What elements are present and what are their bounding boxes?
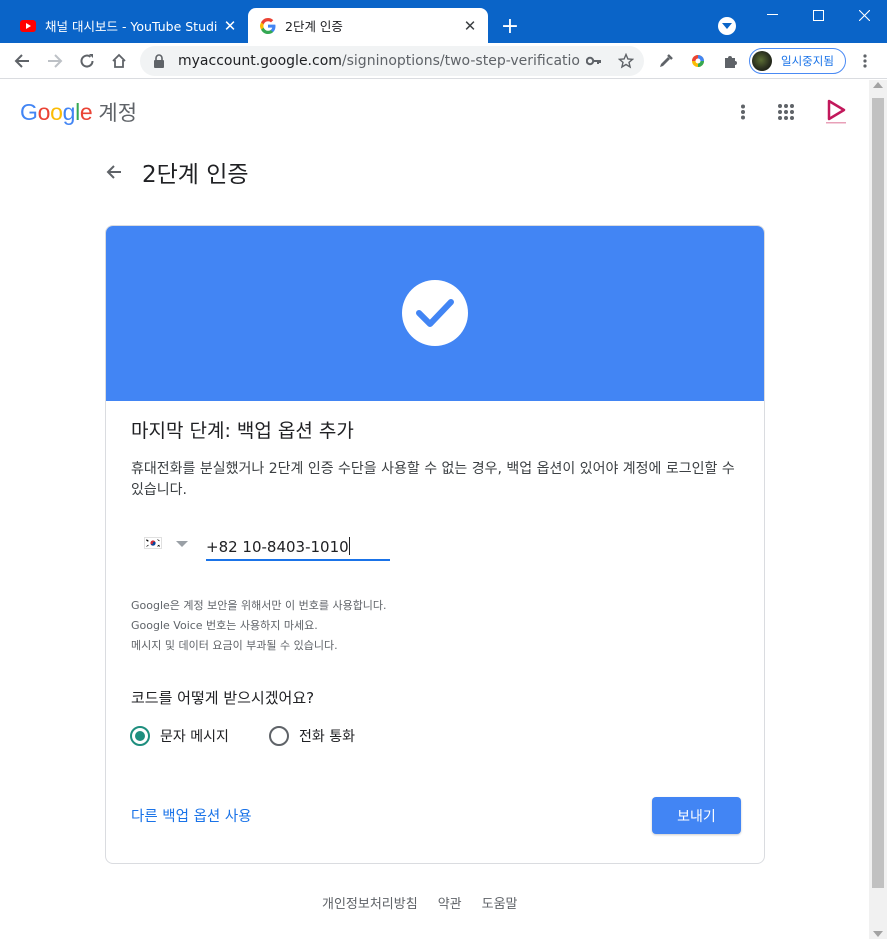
address-bar[interactable]: myaccount.google.com/signinoptions/two-s… <box>140 46 644 76</box>
browser-toolbar: myaccount.google.com/signinoptions/two-s… <box>0 43 887 79</box>
extensions-puzzle-icon[interactable] <box>716 47 744 75</box>
tab-strip: 채널 대시보드 - YouTube Studio ✕ 2단계 인증 ✕ + <box>0 0 887 43</box>
more-options-icon[interactable] <box>731 100 755 124</box>
radio-unchecked-icon[interactable] <box>269 726 289 746</box>
help-link[interactable]: 도움말 <box>482 893 518 912</box>
browser-menu-icon[interactable] <box>851 47 879 75</box>
text-cursor <box>349 537 350 555</box>
profile-button[interactable]: 일시중지됨 <box>749 48 846 74</box>
logo-letter: o <box>50 98 63 125</box>
profile-status-label: 일시중지됨 <box>781 54 834 68</box>
page-scrollbar[interactable] <box>869 80 887 939</box>
country-dropdown-icon[interactable] <box>176 541 188 547</box>
new-tab-button[interactable]: + <box>496 12 524 40</box>
scroll-down-icon[interactable] <box>873 931 883 937</box>
key-icon[interactable] <box>580 47 608 75</box>
terms-link[interactable]: 약관 <box>438 893 462 912</box>
bookmark-star-icon[interactable] <box>612 47 640 75</box>
color-extension-icon[interactable] <box>684 47 712 75</box>
tab-title: 채널 대시보드 - YouTube Studio <box>45 19 218 34</box>
card-heading: 마지막 단계: 백업 옵션 추가 <box>131 420 354 442</box>
note-line: Google은 계정 보안을 위해서만 이 번호를 사용합니다. <box>131 599 387 612</box>
scroll-up-icon[interactable] <box>873 82 883 88</box>
apps-grid-icon[interactable] <box>774 100 798 124</box>
product-name: 계정 <box>98 101 138 125</box>
card-description: 휴대전화를 분실했거나 2단계 인증 수단을 사용할 수 없는 경우, 백업 옵… <box>131 461 735 498</box>
close-tab-icon[interactable]: ✕ <box>458 14 482 38</box>
reload-icon[interactable] <box>73 47 101 75</box>
scrollbar-thumb[interactable] <box>872 98 884 888</box>
google-logo: Google <box>20 98 93 126</box>
privacy-policy-link[interactable]: 개인정보처리방침 <box>322 893 418 912</box>
radio-checked-icon[interactable] <box>130 726 150 746</box>
tab-two-step-verification[interactable]: 2단계 인증 ✕ <box>248 8 488 43</box>
eyedropper-extension-icon[interactable] <box>652 47 680 75</box>
tab-youtube-studio[interactable]: 채널 대시보드 - YouTube Studio ✕ <box>8 8 248 43</box>
url-host: myaccount.google.com <box>178 53 342 69</box>
maximize-icon[interactable] <box>795 0 841 30</box>
logo-letter: G <box>20 98 38 125</box>
note-line: Google Voice 번호는 사용하지 마세요. <box>131 619 318 632</box>
radio-text-message[interactable]: 문자 메시지 <box>130 726 229 746</box>
logo-letter: g <box>62 98 76 125</box>
lock-icon[interactable] <box>152 53 166 69</box>
channel-logo-icon[interactable] <box>820 98 852 126</box>
page-title: 2단계 인증 <box>142 162 249 188</box>
logo-letter: o <box>37 98 51 125</box>
tab-search-icon[interactable] <box>718 17 736 35</box>
logo-letter: e <box>79 98 93 125</box>
backup-option-card: 마지막 단계: 백업 옵션 추가 휴대전화를 분실했거나 2단계 인증 수단을 … <box>105 225 765 864</box>
google-account-header[interactable]: Google 계정 <box>20 98 137 126</box>
minimize-icon[interactable] <box>749 0 795 30</box>
avatar <box>752 51 772 71</box>
phone-number-input[interactable] <box>206 535 390 561</box>
google-g-icon <box>260 17 276 34</box>
close-window-icon[interactable] <box>841 0 887 30</box>
korea-flag-icon[interactable] <box>144 537 162 549</box>
note-line: 메시지 및 데이터 요금이 부과될 수 있습니다. <box>131 639 338 652</box>
radio-label: 문자 메시지 <box>160 729 229 745</box>
radio-label: 전화 통화 <box>299 729 355 745</box>
send-button[interactable]: 보내기 <box>652 797 741 834</box>
close-tab-icon[interactable]: ✕ <box>218 14 242 38</box>
home-icon[interactable] <box>105 47 133 75</box>
radio-phone-call[interactable]: 전화 통화 <box>269 726 355 746</box>
checkmark-icon <box>402 280 468 346</box>
tab-title: 2단계 인증 <box>285 19 343 34</box>
footer-links: 개인정보처리방침 약관 도움말 <box>322 893 538 912</box>
delivery-question: 코드를 어떻게 받으시겠어요? <box>131 689 315 707</box>
back-nav-icon[interactable] <box>8 47 36 75</box>
url-text: myaccount.google.com/signinoptions/two-s… <box>178 53 580 69</box>
page-content: Google 계정 2단계 인증 마지막 단계: 백업 옵션 추가 휴대전화를 … <box>0 80 869 939</box>
youtube-icon <box>20 18 36 34</box>
back-arrow-icon[interactable] <box>102 160 126 184</box>
forward-nav-icon[interactable] <box>41 47 69 75</box>
other-backup-option-link[interactable]: 다른 백업 옵션 사용 <box>131 805 252 826</box>
url-path: /signinoptions/two-step-verification/... <box>341 53 580 69</box>
success-banner <box>106 226 764 401</box>
phone-notes: Google은 계정 보안을 위해서만 이 번호를 사용합니다. Google … <box>131 596 387 656</box>
